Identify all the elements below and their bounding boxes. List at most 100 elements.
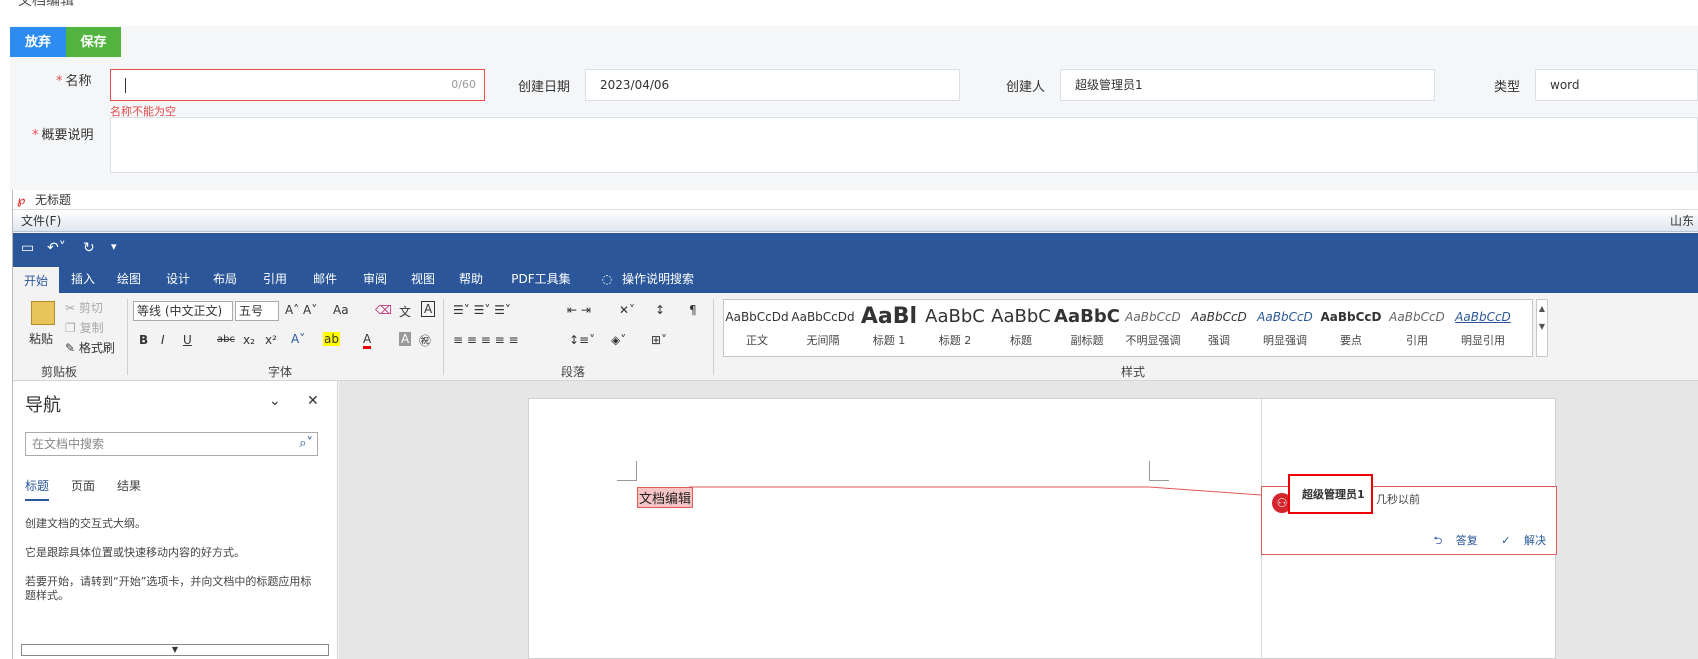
italic-button[interactable]: I bbox=[161, 333, 165, 347]
tab-mailings[interactable]: 邮件 bbox=[305, 265, 345, 293]
tab-pdf-tools[interactable]: PDF工具集 bbox=[501, 265, 581, 293]
chevron-down-icon[interactable]: ⌄ bbox=[269, 393, 281, 409]
borders-icon[interactable]: ⊞˅ bbox=[651, 333, 667, 347]
customize-qat-icon[interactable]: ▾ bbox=[111, 240, 117, 253]
ribbon-tabs: 开始 插入 绘图 设计 布局 引用 邮件 审阅 视图 帮助 PDF工具集 ◌ 操… bbox=[13, 265, 1698, 293]
undo-icon[interactable]: ↶˅ bbox=[47, 240, 66, 256]
name-input[interactable]: 0/60 bbox=[110, 69, 485, 101]
sort-icon[interactable]: ↕ bbox=[655, 303, 665, 317]
tab-design[interactable]: 设计 bbox=[158, 265, 198, 293]
underline-button[interactable]: U bbox=[183, 333, 192, 347]
nav-scroll-down-icon[interactable]: ▼ bbox=[21, 644, 329, 656]
style-title[interactable]: AaBbC 标题 bbox=[988, 300, 1054, 356]
indent-icon[interactable]: ⇤ ⇥ bbox=[567, 303, 591, 317]
document-page[interactable]: 文档编辑 ⚇ 超级管理员1 几秒以前 ⮌ 答复 ✓ 解决 bbox=[528, 398, 1557, 659]
copy-button[interactable]: ❐ 复制 bbox=[65, 319, 104, 336]
save-button[interactable]: 保存 bbox=[66, 27, 121, 57]
style-subtitle[interactable]: AaBbC 副标题 bbox=[1054, 300, 1120, 356]
format-painter-button[interactable]: ✎ 格式刷 bbox=[65, 339, 115, 356]
doc-titlebar: ℘ 无标题 bbox=[13, 190, 1698, 210]
align-icon[interactable]: ≡ ≡ ≡ ≡ ≡ bbox=[453, 333, 519, 347]
highlight-icon[interactable]: ab bbox=[323, 332, 340, 346]
style-emphasis[interactable]: AaBbCcD 强调 bbox=[1186, 300, 1252, 356]
doc-title: 无标题 bbox=[35, 193, 72, 207]
menu-file[interactable]: 文件(F) bbox=[21, 214, 61, 228]
scroll-up-icon[interactable]: ▲ bbox=[1539, 304, 1545, 313]
asian-layout-icon[interactable]: ✕˅ bbox=[619, 303, 635, 317]
paste-button[interactable]: 粘贴 bbox=[29, 330, 53, 347]
nav-tab-results[interactable]: 结果 bbox=[117, 477, 141, 494]
char-border-icon[interactable]: A bbox=[421, 301, 436, 317]
tab-draw[interactable]: 绘图 bbox=[109, 265, 149, 293]
tab-view[interactable]: 视图 bbox=[403, 265, 443, 293]
phonetic-guide-icon[interactable]: 文 bbox=[399, 303, 411, 320]
font-name-select[interactable]: 等线 (中文正文) bbox=[133, 301, 233, 321]
style-subtle-emphasis[interactable]: AaBbCcD 不明显强调 bbox=[1120, 300, 1186, 356]
type-label: 类型 bbox=[1494, 80, 1521, 95]
superscript-button[interactable]: x² bbox=[265, 333, 277, 347]
creator-label: 创建人 bbox=[1006, 80, 1046, 95]
grow-font-icon[interactable]: A˄ A˅ bbox=[285, 303, 317, 317]
separator bbox=[713, 299, 714, 375]
save-icon[interactable]: ▭ bbox=[21, 240, 34, 256]
nav-tab-headings[interactable]: 标题 bbox=[25, 477, 50, 501]
reply-button[interactable]: ⮌ 答复 bbox=[1423, 534, 1477, 547]
comment-time: 几秒以前 bbox=[1376, 493, 1420, 506]
comment-card[interactable]: ⚇ 超级管理员1 几秒以前 ⮌ 答复 ✓ 解决 bbox=[1261, 474, 1557, 555]
tab-insert[interactable]: 插入 bbox=[63, 265, 103, 293]
show-marks-icon[interactable]: ¶ bbox=[689, 303, 697, 317]
line-spacing-icon[interactable]: ↕≡˅ bbox=[569, 333, 595, 347]
tab-help[interactable]: 帮助 bbox=[451, 265, 491, 293]
separator bbox=[443, 299, 444, 375]
style-intense-quote[interactable]: AaBbCcD 明显引用 bbox=[1450, 300, 1516, 356]
group-font-label: 字体 bbox=[268, 365, 293, 379]
search-icon[interactable]: ⌕˅ bbox=[299, 433, 313, 455]
styles-scroll[interactable]: ▲ ▼ bbox=[1536, 299, 1548, 357]
bold-button[interactable]: B bbox=[139, 333, 148, 347]
style-heading-1[interactable]: AaBl 标题 1 bbox=[856, 300, 922, 356]
tab-home[interactable]: 开始 bbox=[13, 265, 59, 293]
tab-review[interactable]: 审阅 bbox=[355, 265, 395, 293]
cut-button[interactable]: ✂ 剪切 bbox=[65, 299, 103, 316]
style-intense-emphasis[interactable]: AaBbCcD 明显强调 bbox=[1252, 300, 1318, 356]
bullets-icon[interactable]: ☰˅ ☰˅ ☰˅ bbox=[453, 303, 511, 317]
shading-icon[interactable]: ◈˅ bbox=[611, 333, 626, 347]
page-title: 文档编辑 bbox=[18, 0, 74, 9]
nav-tab-pages[interactable]: 页面 bbox=[71, 477, 95, 494]
clear-format-icon[interactable]: ⌫ bbox=[375, 303, 392, 317]
document-text[interactable]: 文档编辑 bbox=[637, 487, 694, 508]
summary-label: * 概要说明 bbox=[32, 128, 94, 143]
subscript-button[interactable]: x₂ bbox=[243, 333, 255, 347]
discard-button[interactable]: 放弃 bbox=[10, 27, 66, 57]
font-size-select[interactable]: 五号 bbox=[235, 301, 279, 321]
tab-references[interactable]: 引用 bbox=[255, 265, 295, 293]
resolve-button[interactable]: ✓ 解决 bbox=[1491, 534, 1546, 547]
style-heading-2[interactable]: AaBbC 标题 2 bbox=[922, 300, 988, 356]
scroll-down-icon[interactable]: ▼ bbox=[1539, 322, 1545, 331]
date-input[interactable]: 2023/04/06 bbox=[585, 69, 960, 101]
font-color-icon[interactable]: A bbox=[363, 332, 372, 349]
style-strong[interactable]: AaBbCcD 要点 bbox=[1318, 300, 1384, 356]
redo-icon[interactable]: ↻ bbox=[83, 240, 95, 256]
type-input[interactable]: word bbox=[1535, 69, 1698, 101]
app-logo-icon: ℘ bbox=[17, 193, 26, 207]
close-icon[interactable]: ✕ bbox=[307, 393, 319, 409]
char-shading-icon[interactable]: A bbox=[399, 332, 412, 346]
enclose-char-icon[interactable]: ㊗ bbox=[419, 332, 431, 349]
summary-textarea[interactable] bbox=[110, 117, 1698, 173]
style-quote[interactable]: AaBbCcD 引用 bbox=[1384, 300, 1450, 356]
nav-search-input[interactable]: 在文档中搜索 ⌕˅ bbox=[25, 432, 318, 456]
style-normal[interactable]: AaBbCcDd 正文 bbox=[724, 300, 790, 356]
change-case-button[interactable]: Aa bbox=[333, 303, 349, 317]
group-styles-label: 样式 bbox=[1121, 365, 1146, 379]
nav-title: 导航 bbox=[25, 395, 61, 416]
strikethrough-button[interactable]: abc bbox=[217, 334, 235, 345]
text-effects-icon[interactable]: A˅ bbox=[291, 332, 305, 346]
quick-access-toolbar: ▭ ↶˅ ↻ ▾ bbox=[13, 233, 1698, 265]
style-no-spacing[interactable]: AaBbCcDd 无间隔 bbox=[790, 300, 856, 356]
paste-icon[interactable] bbox=[31, 301, 55, 325]
creator-input[interactable]: 超级管理员1 bbox=[1060, 69, 1435, 101]
tell-me-search[interactable]: 操作说明搜索 bbox=[618, 265, 698, 293]
tab-layout[interactable]: 布局 bbox=[205, 265, 245, 293]
navigation-pane: 导航 ⌄ ✕ 在文档中搜索 ⌕˅ 标题 页面 结果 创建文档的交互式大纲。 它是… bbox=[13, 381, 338, 659]
